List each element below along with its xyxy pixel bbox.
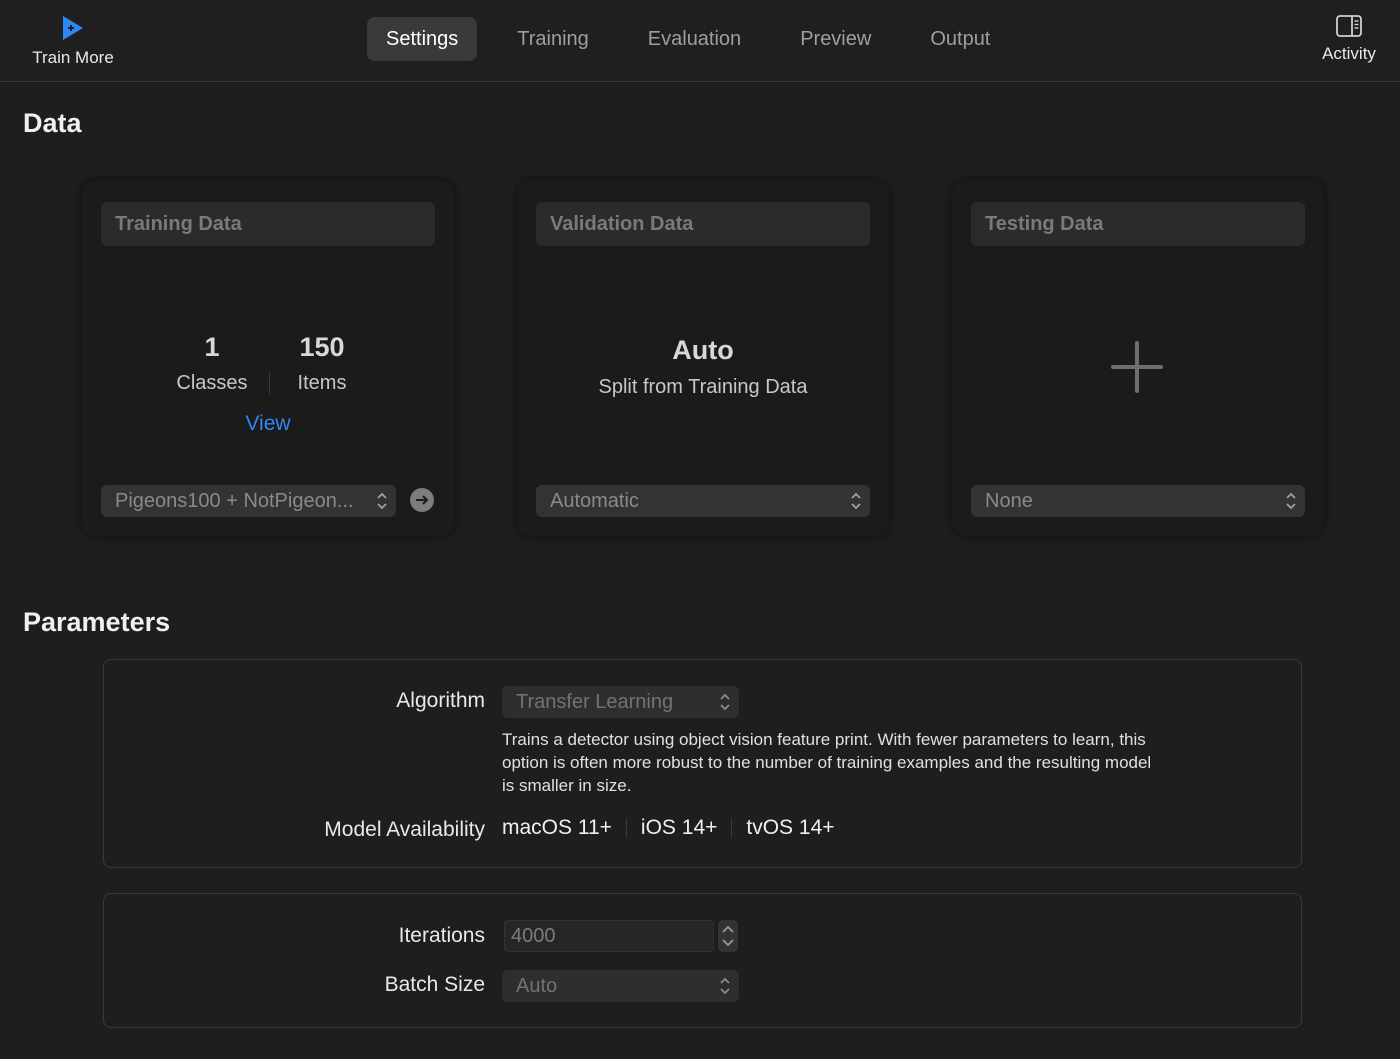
training-source-popup[interactable]: Pigeons100 + NotPigeon... [101, 485, 396, 517]
iterations-stepper[interactable] [718, 920, 738, 952]
validation-popup[interactable]: Automatic [536, 485, 870, 517]
arrow-right-icon [416, 495, 429, 505]
platform-divider [731, 818, 733, 838]
tab-preview[interactable]: Preview [781, 17, 890, 61]
activity-button[interactable]: Activity [1314, 14, 1384, 78]
chevron-updown-icon [720, 977, 730, 995]
testing-selection: None [985, 490, 1033, 512]
training-source-value: Pigeons100 + NotPigeon... [115, 490, 354, 512]
parameters-section-title: Parameters [23, 607, 171, 637]
platform-list: macOS 11+ iOS 14+ tvOS 14+ [502, 816, 835, 840]
stats-divider [269, 372, 270, 394]
iterations-field[interactable]: 4000 [504, 920, 714, 952]
data-section-title: Data [23, 108, 82, 138]
tab-training[interactable]: Training [498, 17, 608, 61]
activity-label: Activity [1322, 44, 1376, 63]
toolbar: Train More Settings Training Evaluation … [0, 0, 1400, 82]
batch-size-label: Batch Size [384, 973, 485, 996]
platform-macos: macOS 11+ [502, 816, 612, 839]
items-count: 150 [299, 332, 345, 362]
sidebar-icon [1336, 15, 1362, 37]
testing-data-header: Testing Data [971, 202, 1305, 246]
batch-size-popup[interactable]: Auto [502, 970, 739, 1002]
training-data-card: Training Data 1 Classes 150 Items View P… [82, 180, 454, 536]
training-data-header: Training Data [101, 202, 435, 246]
view-link[interactable]: View [82, 412, 454, 436]
iterations-label: Iterations [398, 924, 485, 947]
training-params-box: Iterations 4000 Batch Size Auto [103, 893, 1302, 1028]
algorithm-label: Algorithm [396, 689, 485, 712]
show-source-button[interactable] [410, 488, 434, 512]
chevron-updown-icon [1286, 492, 1296, 510]
tab-bar: Settings Training Evaluation Preview Out… [367, 17, 1030, 61]
chevron-updown-icon [720, 693, 730, 711]
play-plus-icon [63, 16, 83, 40]
platform-ios: iOS 14+ [640, 816, 718, 839]
validation-mode: Auto [672, 335, 734, 365]
model-availability-label: Model Availability [324, 818, 485, 841]
algorithm-box: Algorithm Transfer Learning Trains a det… [103, 659, 1302, 868]
validation-description: Split from Training Data [598, 376, 808, 398]
chevron-updown-icon [377, 492, 387, 510]
train-more-label: Train More [32, 48, 114, 67]
items-label: Items [297, 372, 347, 394]
chevron-updown-icon [851, 492, 861, 510]
algorithm-value: Transfer Learning [516, 691, 674, 713]
stepper-arrows-icon [722, 925, 734, 947]
platform-divider [625, 818, 627, 838]
algorithm-description: Trains a detector using object vision fe… [502, 730, 1152, 795]
classes-count: 1 [204, 332, 220, 362]
validation-selection: Automatic [550, 490, 639, 512]
classes-label: Classes [176, 372, 248, 394]
tab-evaluation[interactable]: Evaluation [629, 17, 760, 61]
tab-settings[interactable]: Settings [367, 17, 478, 61]
add-icon[interactable] [1109, 339, 1165, 395]
batch-size-value: Auto [516, 975, 558, 997]
testing-popup[interactable]: None [971, 485, 1305, 517]
validation-data-card: Validation Data Auto Split from Training… [517, 180, 889, 536]
validation-data-header: Validation Data [536, 202, 870, 246]
platform-tvos: tvOS 14+ [746, 816, 835, 839]
algorithm-popup[interactable]: Transfer Learning [502, 686, 739, 718]
tab-output[interactable]: Output [911, 17, 1009, 61]
train-more-button[interactable]: Train More [20, 14, 126, 78]
testing-data-card: Testing Data None [952, 180, 1324, 536]
